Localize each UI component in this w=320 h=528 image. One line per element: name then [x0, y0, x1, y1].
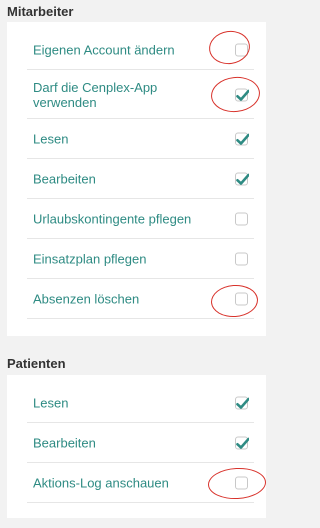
permission-row[interactable]: Bearbeiten	[27, 423, 254, 463]
permission-checkbox[interactable]	[235, 172, 249, 186]
permission-row[interactable]: Darf die Cenplex-App verwenden	[27, 70, 254, 119]
permission-checkbox[interactable]	[235, 252, 248, 266]
permission-checkbox[interactable]	[235, 436, 249, 450]
permission-label: Eigenen Account ändern	[33, 42, 175, 58]
permission-checkbox[interactable]	[235, 132, 249, 146]
mitarbeiter-card: Eigenen Account ändern Darf die Cenplex-…	[7, 22, 266, 336]
check-icon	[236, 89, 249, 101]
check-icon	[236, 173, 249, 185]
permission-row[interactable]: Urlaubskontingente pflegen	[27, 199, 254, 239]
permission-checkbox[interactable]	[235, 476, 248, 490]
permission-checkbox[interactable]	[235, 396, 249, 410]
permission-label: Darf die Cenplex-App verwenden	[33, 79, 158, 110]
permission-checkbox[interactable]	[235, 88, 249, 101]
permission-row[interactable]: Lesen	[27, 119, 254, 159]
divider	[27, 502, 254, 503]
permission-label: Aktions-Log anschauen	[33, 475, 169, 491]
check-icon	[236, 133, 249, 145]
permission-label: Lesen	[33, 395, 69, 411]
divider	[27, 318, 254, 319]
permission-row[interactable]: Eigenen Account ändern	[27, 30, 254, 70]
permission-row[interactable]: Einsatzplan pflegen	[27, 239, 254, 279]
permission-row[interactable]: Absenzen löschen	[27, 279, 254, 319]
patienten-card: Lesen Bearbeiten Aktions-Log anschauen	[7, 375, 266, 518]
section-title-patienten: Patienten	[7, 356, 66, 371]
permission-label: Bearbeiten	[33, 171, 96, 187]
permission-label: Lesen	[33, 131, 69, 147]
check-icon	[236, 437, 249, 449]
permission-row[interactable]: Bearbeiten	[27, 159, 254, 199]
check-icon	[236, 397, 249, 409]
permission-checkbox[interactable]	[235, 212, 248, 226]
permission-checkbox[interactable]	[235, 43, 248, 57]
permission-label: Urlaubskontingente pflegen	[33, 211, 192, 227]
section-title-mitarbeiter: Mitarbeiter	[7, 4, 74, 19]
permission-row[interactable]: Aktions-Log anschauen	[27, 463, 254, 503]
permission-label: Einsatzplan pflegen	[33, 251, 147, 267]
permission-label: Bearbeiten	[33, 435, 96, 451]
permission-row[interactable]: Lesen	[27, 383, 254, 423]
permission-checkbox[interactable]	[235, 292, 248, 306]
permission-label: Absenzen löschen	[33, 291, 140, 307]
